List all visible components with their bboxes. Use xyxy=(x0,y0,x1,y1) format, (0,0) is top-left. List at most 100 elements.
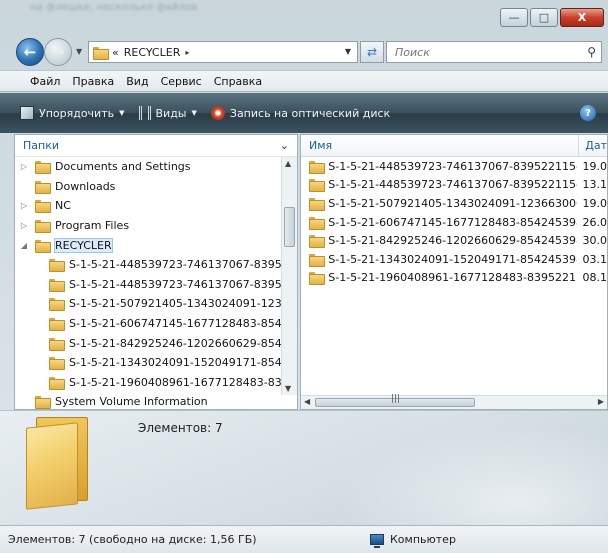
folder-icon xyxy=(309,253,326,267)
menu-edit[interactable]: Правка xyxy=(72,75,114,88)
tree-item-program-files[interactable]: ▷ Program Files xyxy=(15,216,297,236)
tree-item-label: Documents and Settings xyxy=(55,160,191,174)
folder-icon xyxy=(309,216,326,230)
refresh-icon: ⇄ xyxy=(366,45,378,59)
organize-button[interactable]: Упорядочить ▼ xyxy=(20,106,125,120)
column-headers: Имя Дат xyxy=(301,135,607,157)
status-location: Компьютер xyxy=(370,533,456,548)
refresh-button[interactable]: ⇄ xyxy=(360,41,384,63)
file-list-hscrollbar[interactable]: ◀ ||| ▶ xyxy=(301,394,607,409)
burn-button[interactable]: Запись на оптический диск xyxy=(210,106,390,120)
minimize-button[interactable]: — xyxy=(500,8,528,27)
expand-icon[interactable]: ▷ xyxy=(19,221,29,230)
scroll-left-icon[interactable]: ◀ xyxy=(304,397,310,406)
chevron-down-icon: ▼ xyxy=(119,109,125,117)
help-icon[interactable]: ? xyxy=(580,105,596,121)
list-item[interactable]: S-1-5-21-606747145-1677128483-854245398-… xyxy=(301,213,607,232)
breadcrumb-arrow[interactable]: ▸ xyxy=(185,48,189,57)
folder-icon xyxy=(35,180,51,194)
tree-item-subfolder[interactable]: S-1-5-21-448539723-746137067-839522 xyxy=(15,275,297,295)
menu-help[interactable]: Справка xyxy=(214,75,262,88)
list-item[interactable]: S-1-5-21-1343024091-152049171-854245398-… xyxy=(301,250,607,269)
tree-item-label: S-1-5-21-448539723-746137067-839522 xyxy=(69,277,296,291)
maximize-button[interactable]: □ xyxy=(530,8,558,27)
file-list-pane: Имя Дат S-1-5-21-448539723-746137067-839… xyxy=(300,134,608,410)
tree-item-label: Program Files xyxy=(55,219,130,233)
tree-item-label: S-1-5-21-507921405-1343024091-12366 xyxy=(69,297,296,311)
breadcrumb-prefix[interactable]: « xyxy=(112,46,119,59)
list-item[interactable]: S-1-5-21-448539723-746137067-839522115-5… xyxy=(301,157,607,176)
folder-icon xyxy=(93,46,109,60)
search-input[interactable] xyxy=(393,44,573,60)
scroll-right-icon[interactable]: ▶ xyxy=(598,397,604,406)
expand-icon[interactable]: ▷ xyxy=(19,162,29,171)
column-header-name[interactable]: Имя xyxy=(301,135,580,156)
address-bar[interactable]: « RECYCLER ▸ ▼ xyxy=(88,41,358,63)
column-header-date[interactable]: Дат xyxy=(579,139,607,152)
expand-icon[interactable]: ▷ xyxy=(19,201,29,210)
folders-header[interactable]: Папки ⌄ xyxy=(15,135,297,157)
tree-item-label: S-1-5-21-606747145-1677128483-85424 xyxy=(69,317,296,331)
file-name: S-1-5-21-507921405-1343024091-1236630067… xyxy=(328,196,577,210)
list-item[interactable]: S-1-5-21-842925246-1202660629-854245398-… xyxy=(301,231,607,250)
menu-tools[interactable]: Сервис xyxy=(161,75,202,88)
collapse-icon[interactable]: ◢ xyxy=(19,241,29,250)
tree-item-subfolder[interactable]: S-1-5-21-842925246-1202660629-85424 xyxy=(15,333,297,353)
organize-icon xyxy=(20,106,34,120)
status-text: Элементов: 7 (свободно на диске: 1,56 ГБ… xyxy=(8,533,257,546)
breadcrumb-recycler[interactable]: RECYCLER xyxy=(124,46,181,59)
chevron-down-icon[interactable]: ⌄ xyxy=(280,139,289,152)
folder-icon xyxy=(49,357,65,371)
folder-icon xyxy=(49,318,65,332)
tree-item-subfolder[interactable]: S-1-5-21-1960408961-1677128483-8395 xyxy=(15,373,297,393)
folder-icon xyxy=(309,272,326,286)
search-icon[interactable]: ⚲ xyxy=(587,45,596,59)
tree-item-label: NC xyxy=(55,199,71,213)
tree-item-label: S-1-5-21-1343024091-152049171-85424 xyxy=(69,356,296,370)
large-folder-icon xyxy=(26,417,90,510)
scroll-down-icon[interactable]: ▼ xyxy=(285,384,291,393)
search-box[interactable]: ⚲ xyxy=(386,41,602,63)
recent-pages-dropdown[interactable]: ▼ xyxy=(76,47,82,56)
tree-item-label: S-1-5-21-842925246-1202660629-85424 xyxy=(69,336,296,350)
tree-item-documents-and-settings[interactable]: ▷ Documents and Settings xyxy=(15,157,297,177)
scroll-grip-icon: ||| xyxy=(391,394,401,404)
list-item[interactable]: S-1-5-21-448539723-746137067-839522115-1… xyxy=(301,176,607,195)
folder-icon xyxy=(35,200,51,214)
tree-item-subfolder[interactable]: S-1-5-21-448539723-746137067-839522 xyxy=(15,255,297,275)
scrollbar-thumb[interactable] xyxy=(284,207,295,247)
forward-button[interactable]: → xyxy=(44,38,72,66)
menu-file[interactable]: Файл xyxy=(30,75,60,88)
folder-icon xyxy=(309,160,326,174)
tree-item-subfolder[interactable]: S-1-5-21-507921405-1343024091-12366 xyxy=(15,294,297,314)
file-date: 08.1 xyxy=(582,271,608,285)
forward-arrow-icon: → xyxy=(51,43,65,61)
views-button[interactable]: Виды ▼ xyxy=(138,106,197,120)
address-dropdown-icon[interactable]: ▼ xyxy=(345,47,351,56)
folders-scrollbar[interactable]: ▲ ▼ xyxy=(281,157,297,395)
folder-icon xyxy=(309,235,326,249)
file-name: S-1-5-21-1343024091-152049171-854245398-… xyxy=(328,252,577,266)
tree-item-subfolder[interactable]: S-1-5-21-1343024091-152049171-85424 xyxy=(15,353,297,373)
tree-item-system-volume-information[interactable]: System Volume Information xyxy=(15,392,297,409)
tree-item-downloads[interactable]: Downloads xyxy=(15,177,297,197)
computer-icon xyxy=(370,534,384,548)
tree-item-label: S-1-5-21-448539723-746137067-839522 xyxy=(69,258,296,272)
tree-item-recycler[interactable]: ◢ RECYCLER xyxy=(15,235,297,255)
menu-view[interactable]: Вид xyxy=(126,75,148,88)
folder-icon xyxy=(49,298,65,312)
folder-icon xyxy=(49,259,65,273)
folder-icon xyxy=(49,376,65,390)
list-item[interactable]: S-1-5-21-507921405-1343024091-1236630067… xyxy=(301,194,607,213)
folder-icon xyxy=(35,161,51,175)
scroll-up-icon[interactable]: ▲ xyxy=(285,159,291,168)
tree-item-label: RECYCLER xyxy=(54,237,113,253)
tree-item-nc[interactable]: ▷ NC xyxy=(15,196,297,216)
close-button[interactable]: X xyxy=(560,8,604,27)
list-item[interactable]: S-1-5-21-1960408961-1677128483-839522115… xyxy=(301,269,607,288)
file-date: 13.1 xyxy=(582,178,608,192)
tree-item-subfolder[interactable]: S-1-5-21-606747145-1677128483-85424 xyxy=(15,314,297,334)
back-button[interactable]: ← xyxy=(16,38,44,66)
burn-disc-icon xyxy=(210,106,225,120)
file-date: 30.0 xyxy=(582,234,608,248)
